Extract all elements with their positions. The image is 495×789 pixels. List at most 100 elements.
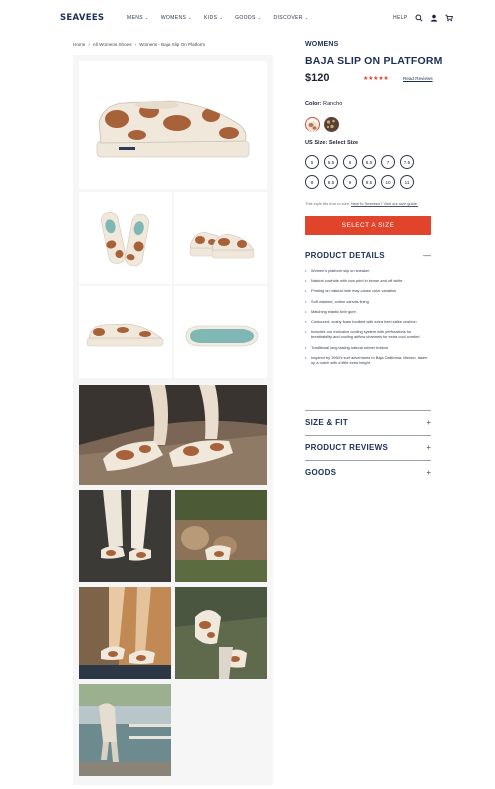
lifestyle-image-sunset[interactable] — [79, 587, 171, 679]
lifestyle-image-logs[interactable] — [175, 490, 267, 582]
gallery-image-top[interactable] — [79, 192, 172, 284]
nav-discover[interactable]: DISCOVER ⌄ — [273, 15, 308, 21]
nav-label: KIDS — [204, 15, 218, 21]
list-item: Women's platform slip on sneaker — [305, 268, 431, 273]
list-item: Includes our exclusive cooling system wi… — [305, 329, 431, 339]
expand-icon: + — [426, 417, 431, 427]
chevron-down-icon: ⌄ — [188, 15, 193, 20]
chevron-down-icon: ⌄ — [145, 15, 149, 20]
shoe-sole-image — [185, 325, 259, 347]
accordion-product-details[interactable]: PRODUCT DETAILS — — [305, 249, 431, 261]
product-price: $120 — [305, 72, 330, 84]
list-item: Inspired by 1960's surf adventures to Ba… — [305, 355, 431, 365]
size-option[interactable]: 7 — [381, 155, 395, 169]
color-label-prefix: Color: — [305, 101, 322, 107]
select-size-button[interactable]: SELECT A SIZE — [305, 216, 431, 235]
nav-label: DISCOVER — [273, 15, 303, 21]
account-icon[interactable] — [430, 14, 438, 22]
shoe-side-image — [96, 100, 250, 158]
nav-womens[interactable]: WOMENS ⌄ — [161, 15, 192, 21]
fit-note-text: This style fits true to size. — [305, 201, 350, 206]
product-category: WOMENS — [305, 41, 339, 48]
shoe-angle-image — [189, 231, 255, 259]
chevron-down-icon: ⌄ — [304, 15, 309, 20]
list-item: Natural cowhide with cow print in brown … — [305, 278, 431, 283]
gallery-image-side-2[interactable] — [79, 286, 172, 378]
gallery-image-sole[interactable] — [174, 286, 267, 378]
swatch-rancho[interactable] — [305, 117, 320, 132]
breadcrumb-separator: › — [88, 42, 90, 47]
cow-print-swatch — [307, 121, 318, 132]
gallery-image-side[interactable] — [79, 61, 267, 189]
nav-label: WOMENS — [160, 15, 187, 21]
expand-icon: + — [426, 467, 431, 477]
accordion-product-reviews[interactable]: PRODUCT REVIEWS + — [305, 441, 431, 453]
accordion-size-fit[interactable]: SIZE & FIT + — [305, 416, 431, 428]
size-option[interactable]: 5 — [305, 155, 319, 169]
product-details-list: Women's platform slip on sneaker Natural… — [305, 268, 431, 370]
size-option[interactable]: 7.5 — [400, 155, 414, 169]
nav-mens[interactable]: MENS ⌄ — [127, 15, 149, 21]
breadcrumb-separator: › — [134, 42, 137, 47]
lifestyle-grass-image — [175, 587, 267, 679]
breadcrumb-current: Womens - Baja Slip On Platform — [139, 42, 206, 47]
color-value: Rancho — [323, 101, 343, 107]
size-option[interactable]: 10 — [381, 175, 395, 189]
lifestyle-pier-image — [79, 684, 171, 776]
lifestyle-image-boardwalk[interactable] — [79, 385, 267, 485]
star-rating-icon: ★★★★★ — [363, 76, 389, 82]
collapse-icon: — — [423, 250, 431, 260]
chevron-down-icon: ⌄ — [219, 15, 224, 20]
expand-icon: + — [426, 442, 431, 452]
size-option[interactable]: 5.5 — [324, 155, 338, 169]
size-option[interactable]: 9 — [343, 175, 357, 189]
search-icon[interactable] — [415, 14, 423, 22]
shoe-top-image — [100, 211, 150, 267]
size-option[interactable]: 6 — [343, 155, 357, 169]
divider — [305, 410, 431, 411]
cart-icon[interactable] — [445, 14, 453, 22]
size-option[interactable]: 6.5 — [362, 155, 376, 169]
read-reviews-link[interactable]: Read Reviews — [403, 76, 433, 81]
lifestyle-sunset-image — [79, 587, 171, 679]
accordion-goods[interactable]: GOODS + — [305, 466, 431, 478]
size-label: US Size: Select Size — [305, 140, 359, 146]
nav-label: MENS — [127, 15, 144, 21]
leopard-print-swatch — [324, 117, 339, 132]
lifestyle-image-pants[interactable] — [79, 490, 171, 582]
list-item: Printing on natural hide may cause color… — [305, 288, 431, 293]
accordion-title: GOODS — [305, 467, 337, 477]
lifestyle-boardwalk-image — [79, 385, 267, 485]
color-label: Color: Rancho — [305, 101, 342, 107]
swatch-leopard[interactable] — [324, 117, 339, 132]
main-nav: MENS ⌄ WOMENS ⌄ KIDS ⌄ GOODS ⌄ DISCOVER ⌄ — [127, 15, 309, 21]
divider — [305, 460, 431, 461]
size-option[interactable]: 8.5 — [324, 175, 338, 189]
nav-goods[interactable]: GOODS ⌄ — [235, 15, 261, 21]
breadcrumb-all-womens[interactable]: All Womens Shoes — [93, 42, 132, 47]
breadcrumb: Home › All Womens Shoes › Womens - Baja Slip… — [73, 42, 205, 47]
seavees-logo[interactable]: SEAVEES — [60, 13, 104, 23]
shoe-side-2-image — [86, 323, 164, 347]
product-gallery — [73, 55, 273, 785]
lifestyle-image-pier[interactable] — [79, 684, 171, 776]
help-link[interactable]: HELP — [393, 15, 408, 21]
site-header: SEAVEES MENS ⌄ WOMENS ⌄ KIDS ⌄ GOODS ⌄ DISCO… — [0, 0, 495, 38]
breadcrumb-home[interactable]: Home — [73, 42, 85, 47]
accordion-title: PRODUCT DETAILS — [305, 250, 385, 260]
list-item: Matching elastic twin gore — [305, 309, 431, 314]
lifestyle-image-grass[interactable] — [175, 587, 267, 679]
lifestyle-pants-image — [79, 490, 171, 582]
size-option[interactable]: 8 — [305, 175, 319, 189]
accordion-title: SIZE & FIT — [305, 417, 348, 427]
size-option[interactable]: 9.5 — [362, 175, 376, 189]
chevron-down-icon: ⌄ — [257, 15, 262, 20]
list-item: Traditional long lasting natural rubber … — [305, 345, 431, 350]
product-title: BAJA SLIP ON PLATFORM — [305, 55, 443, 67]
gallery-image-angle[interactable] — [174, 192, 267, 284]
size-guide-link[interactable]: New to Seavees? Visit our size guide. — [351, 201, 418, 206]
size-option[interactable]: 11 — [400, 175, 414, 189]
fit-note: This style fits true to size. New to Sea… — [305, 201, 418, 206]
list-item: Contoured, cushy foam footbed with extra… — [305, 319, 431, 324]
nav-kids[interactable]: KIDS ⌄ — [204, 15, 223, 21]
